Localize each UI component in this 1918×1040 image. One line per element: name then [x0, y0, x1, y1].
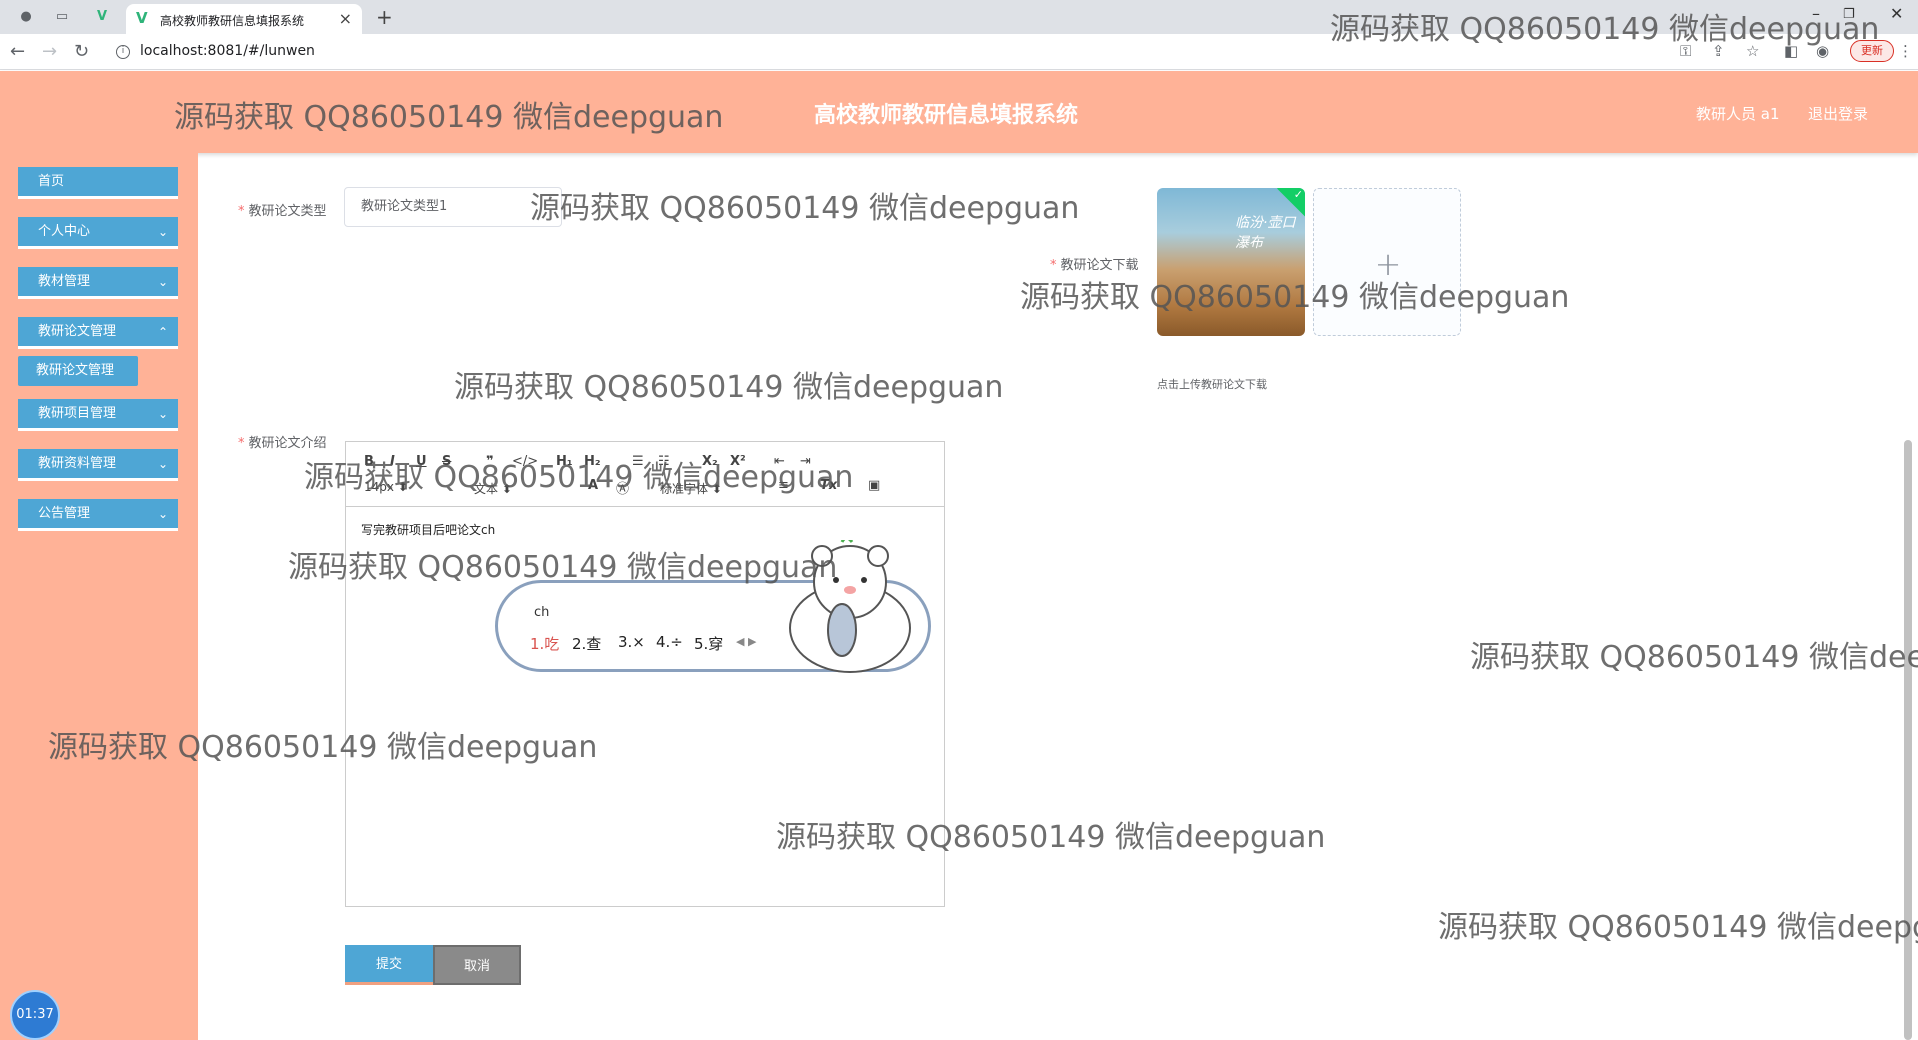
close-window-icon[interactable]: ✕ [1890, 4, 1903, 23]
submenu-item-papers[interactable]: 教研论文管理 [18, 356, 138, 386]
required-mark: * [238, 204, 245, 219]
active-tab[interactable]: V 高校教师教研信息填报系统 × [126, 4, 362, 34]
required-mark: * [238, 436, 245, 451]
ime-candidate[interactable]: 1.吃 [530, 633, 559, 654]
app-title: 高校教师教研信息填报系统 [814, 103, 1079, 128]
upload-tip: 点击上传教研论文下载 [1157, 378, 1267, 391]
type-label: * 教研论文类型 [238, 204, 327, 219]
chevron-down-icon: ⌄ [157, 407, 168, 421]
sidebar-item-label: 教研论文管理 [38, 324, 117, 339]
ime-candidate[interactable]: 4.÷ [656, 633, 683, 651]
check-icon: ✓ [1293, 188, 1303, 201]
sidebar-item-notices[interactable]: 公告管理 ⌄ [18, 499, 178, 531]
chevron-down-icon: ⌄ [157, 507, 168, 521]
sidebar-item-label: 个人中心 [38, 224, 91, 239]
chevron-down-icon: ⌄ [157, 457, 168, 471]
menu-dots-icon[interactable]: ⋮ [1898, 42, 1913, 60]
sidebar: 首页 个人中心 ⌄ 教材管理 ⌄ 教研论文管理 ⌃ 教研论文管理 教研项目管理 … [0, 153, 198, 1040]
chevron-up-icon: ⌃ [157, 325, 168, 339]
submit-button[interactable]: 提交 [345, 945, 433, 985]
sidebar-item-label: 教研资料管理 [38, 456, 117, 471]
ime-candidate[interactable]: 5.穿 [694, 633, 723, 654]
ime-page-arrows-icon[interactable]: ◀ ▶ [736, 635, 756, 648]
new-tab-icon[interactable]: + [376, 5, 393, 29]
cancel-button[interactable]: 取消 [433, 945, 521, 985]
watermark: 源码获取 QQ86050149 微信deepguan [776, 820, 1326, 855]
sidebar-item-label: 教材管理 [38, 274, 91, 289]
required-mark: * [1050, 258, 1057, 273]
vue-tab-icon[interactable]: V [92, 7, 112, 27]
chevron-down-icon: ⌄ [157, 275, 168, 289]
image-icon[interactable]: ▣ [868, 478, 880, 493]
sidebar-item-projects[interactable]: 教研项目管理 ⌄ [18, 399, 178, 431]
ime-typed-text: ch [534, 605, 550, 620]
tab-title: 高校教师教研信息填报系统 [160, 14, 305, 28]
github-icon[interactable]: ● [16, 7, 36, 27]
ime-candidate[interactable]: 3.× [618, 633, 645, 651]
blank-tab-icon[interactable]: ▭ [52, 7, 72, 27]
watermark: 源码获取 QQ86050149 微信deepguan [304, 460, 854, 495]
sidebar-item-label: 首页 [38, 174, 65, 189]
page-scrollbar[interactable] [1904, 440, 1912, 1040]
watermark: 源码获取 QQ86050149 微信deepguan [1438, 910, 1918, 945]
watermark: 源码获取 QQ86050149 微信deepguan [1330, 12, 1880, 47]
watermark: 源码获取 QQ86050149 微信deepguan [174, 100, 724, 135]
ime-candidate[interactable]: 2.查 [572, 633, 601, 654]
image-calligraphy: 临汾·壶口瀑布 [1235, 215, 1296, 251]
tab-close-icon[interactable]: × [339, 9, 352, 28]
download-label: * 教研论文下载 [1050, 258, 1139, 273]
recording-timer: 01:37 [10, 990, 60, 1040]
watermark: 源码获取 QQ86050149 微信deepguan [454, 370, 1004, 405]
sidebar-item-materials[interactable]: 教研资料管理 ⌄ [18, 449, 178, 481]
current-user: 教研人员 a1 [1696, 105, 1780, 123]
sidebar-item-home[interactable]: 首页 [18, 167, 178, 199]
watermark: 源码获取 QQ86050149 微信deepguan [1470, 640, 1918, 675]
chevron-down-icon: ⌄ [157, 225, 168, 239]
sidebar-item-textbooks[interactable]: 教材管理 ⌄ [18, 267, 178, 299]
info-icon[interactable]: i [116, 45, 130, 59]
sidebar-item-profile[interactable]: 个人中心 ⌄ [18, 217, 178, 249]
sidebar-item-label: 公告管理 [38, 506, 91, 521]
watermark: 源码获取 QQ86050149 微信deepguan [288, 550, 838, 585]
url-field[interactable]: localhost:8081/#/lunwen [140, 43, 315, 59]
forward-icon[interactable]: → [42, 41, 57, 62]
sidebar-item-label: 教研项目管理 [38, 406, 117, 421]
sidebar-item-papers[interactable]: 教研论文管理 ⌃ [18, 317, 178, 349]
intro-label: * 教研论文介绍 [238, 436, 327, 451]
watermark: 源码获取 QQ86050149 微信deepguan [1020, 280, 1570, 315]
logout-link[interactable]: 退出登录 [1808, 103, 1868, 124]
back-icon[interactable]: ← [10, 41, 25, 62]
reload-icon[interactable]: ↻ [74, 41, 89, 62]
vue-favicon-icon: V [136, 9, 148, 27]
watermark: 源码获取 QQ86050149 微信deepguan [530, 191, 1080, 226]
watermark: 源码获取 QQ86050149 微信deepguan [48, 730, 598, 765]
